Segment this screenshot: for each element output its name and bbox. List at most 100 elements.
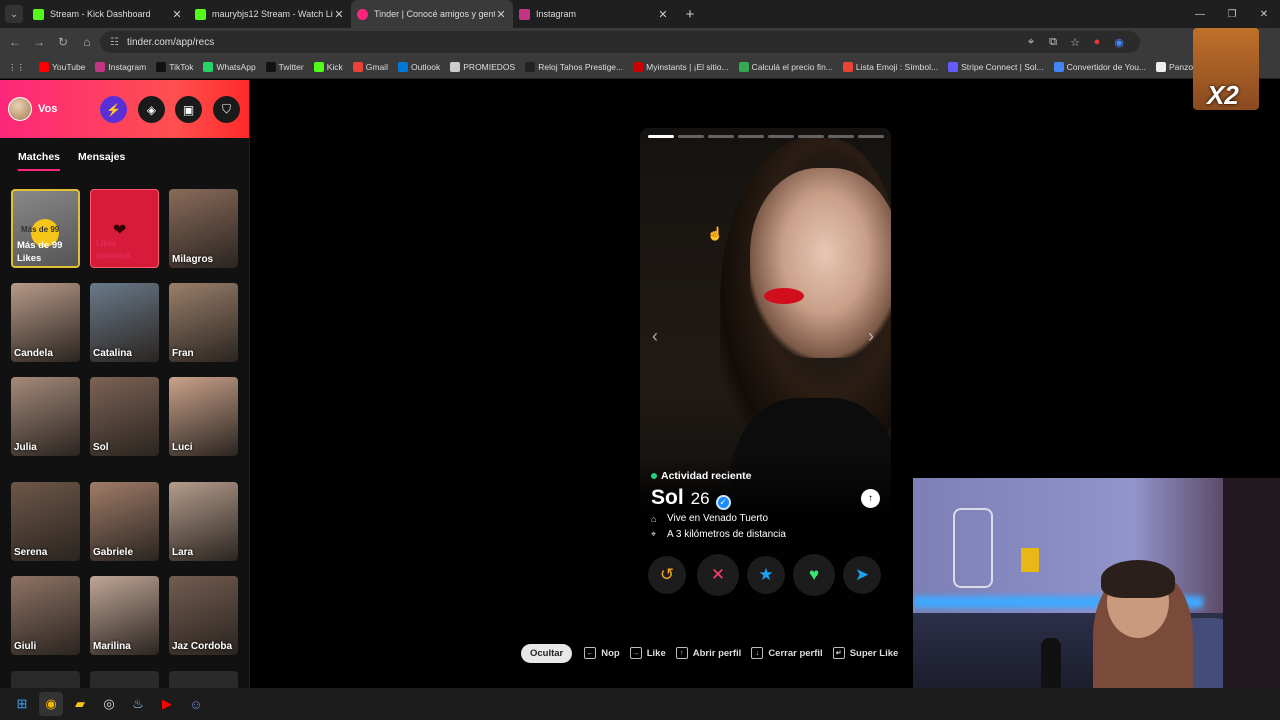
minimize-icon[interactable]: — bbox=[1184, 0, 1216, 28]
tab-kick-stream[interactable]: maurybjs12 Stream - Watch Live ✕ bbox=[189, 0, 351, 28]
bookmark-item[interactable]: Outlook bbox=[397, 62, 440, 72]
bookmark-item[interactable]: Reloj Tahos Prestige... bbox=[525, 62, 623, 72]
tab-tinder[interactable]: Tinder | Conocé amigos y gente ✕ bbox=[351, 0, 513, 28]
safety-shield-button[interactable]: ⛉ bbox=[213, 96, 240, 123]
apps-icon[interactable]: ⋮⋮ bbox=[8, 62, 25, 73]
briefcase-button[interactable]: ▣ bbox=[175, 96, 202, 123]
reload-icon[interactable]: ↻ bbox=[51, 30, 75, 54]
hint-super-like: ↵ Super Like bbox=[832, 647, 898, 659]
close-tab-icon[interactable]: ✕ bbox=[657, 8, 669, 21]
bookmark-item[interactable]: TikTok bbox=[156, 62, 193, 72]
photo-progress-segment[interactable] bbox=[648, 135, 674, 138]
prev-photo-icon[interactable]: ‹ bbox=[652, 326, 658, 347]
photo-progress-segment[interactable] bbox=[678, 135, 704, 138]
match-card[interactable]: Jaz Cordoba bbox=[169, 576, 238, 655]
match-card[interactable]: Giuli bbox=[11, 576, 80, 655]
tab-instagram[interactable]: Instagram ✕ bbox=[513, 0, 675, 28]
restore-icon[interactable]: ❐ bbox=[1216, 0, 1248, 28]
bookmark-item[interactable]: Kick bbox=[313, 62, 343, 72]
youtube-icon[interactable]: ▶ bbox=[155, 692, 179, 716]
bookmark-item[interactable]: WhatsApp bbox=[203, 62, 256, 72]
bookmark-label: Twitter bbox=[278, 62, 304, 72]
close-tab-icon[interactable]: ✕ bbox=[495, 8, 507, 21]
new-tab-button[interactable]: + bbox=[679, 3, 701, 25]
photo-progress-segment[interactable] bbox=[858, 135, 884, 138]
nope-button[interactable]: ✕ bbox=[697, 554, 739, 596]
next-photo-icon[interactable]: › bbox=[868, 326, 874, 347]
bookmark-item[interactable]: PROMIEDOS bbox=[450, 62, 515, 72]
back-icon[interactable]: ← bbox=[3, 30, 27, 54]
boost-button[interactable]: ⚡ bbox=[100, 96, 127, 123]
rewind-button[interactable]: ↺ bbox=[648, 556, 686, 594]
close-tab-icon[interactable]: ✕ bbox=[333, 8, 345, 21]
bookmark-item[interactable]: Gmail bbox=[352, 62, 388, 72]
match-card[interactable]: Fran bbox=[169, 283, 238, 362]
photo-progress-segment[interactable] bbox=[798, 135, 824, 138]
tab-search-button[interactable]: ⌄ bbox=[5, 5, 23, 23]
extension-icon[interactable]: ◉ bbox=[1108, 36, 1130, 49]
steam-icon[interactable]: ♨ bbox=[126, 692, 150, 716]
match-card[interactable] bbox=[11, 671, 80, 688]
match-card[interactable]: Catalina bbox=[90, 283, 159, 362]
bookmark-item[interactable]: Myinstants | ¡El sitio... bbox=[633, 62, 729, 72]
like-button[interactable]: ♥ bbox=[793, 554, 835, 596]
match-card[interactable]: Luci bbox=[169, 377, 238, 456]
photo-progress-segment[interactable] bbox=[768, 135, 794, 138]
tab-kick-dashboard[interactable]: Stream - Kick Dashboard ✕ bbox=[27, 0, 189, 28]
match-card[interactable]: Candela bbox=[11, 283, 80, 362]
location-icon[interactable]: ⌖ bbox=[1020, 36, 1042, 49]
photo-progress-segment[interactable] bbox=[708, 135, 734, 138]
avatar[interactable] bbox=[8, 97, 32, 121]
bookmark-favicon-icon bbox=[842, 62, 853, 72]
bookmark-item[interactable]: Twitter bbox=[265, 62, 304, 72]
install-app-icon[interactable]: ⧉ bbox=[1042, 36, 1064, 49]
right-key-icon: → bbox=[629, 647, 642, 659]
discord-icon[interactable]: ☺ bbox=[184, 692, 208, 716]
close-tab-icon[interactable]: ✕ bbox=[171, 8, 183, 21]
windows-start-icon[interactable]: ⊞ bbox=[10, 692, 34, 716]
bookmark-item[interactable]: Stripe Connect | Sol... bbox=[948, 62, 1044, 72]
bookmark-item[interactable]: YouTube bbox=[39, 62, 85, 72]
bookmark-item[interactable]: Lista Emoji : Símbol... bbox=[842, 62, 939, 72]
boost-send-button[interactable]: ➤ bbox=[843, 556, 881, 594]
photo-progress-segment[interactable] bbox=[738, 135, 764, 138]
match-name: Gabriele bbox=[93, 547, 134, 558]
explore-button[interactable]: ◈ bbox=[138, 96, 165, 123]
match-card[interactable] bbox=[90, 671, 159, 688]
match-card[interactable]: Sol bbox=[90, 377, 159, 456]
open-profile-icon[interactable]: ↑ bbox=[861, 489, 880, 508]
close-window-icon[interactable]: ✕ bbox=[1248, 0, 1280, 28]
bookmark-label: Convertidor de You... bbox=[1066, 62, 1147, 72]
superlike-button[interactable]: ★ bbox=[747, 556, 785, 594]
obs-icon[interactable]: ◎ bbox=[97, 692, 121, 716]
extension-icon[interactable]: ● bbox=[1086, 36, 1108, 48]
bookmark-star-icon[interactable]: ☆ bbox=[1064, 36, 1086, 49]
bookmark-item[interactable]: Calculá el precio fin... bbox=[738, 62, 833, 72]
match-card[interactable]: Serena bbox=[11, 482, 80, 561]
site-settings-icon[interactable]: ☷ bbox=[110, 37, 119, 48]
match-card[interactable]: Julia bbox=[11, 377, 80, 456]
address-bar[interactable]: ☷ tinder.com/app/recs bbox=[100, 31, 1140, 53]
tab-messages[interactable]: Mensajes bbox=[78, 151, 125, 166]
bookmark-label: Lista Emoji : Símbol... bbox=[855, 62, 939, 72]
forward-icon[interactable]: → bbox=[27, 30, 51, 54]
bookmark-label: Stripe Connect | Sol... bbox=[961, 62, 1044, 72]
hide-hints-button[interactable]: Ocultar bbox=[521, 643, 573, 663]
bookmark-item[interactable]: Instagram bbox=[95, 62, 146, 72]
bookmark-favicon-icon bbox=[450, 62, 461, 72]
match-card[interactable]: Milagros bbox=[169, 189, 238, 268]
match-card[interactable]: Marilina bbox=[90, 576, 159, 655]
profile-card[interactable]: ‹ › Actividad reciente Sol 26 ✓ ↑ ⌂ Vive… bbox=[640, 128, 891, 608]
match-card[interactable] bbox=[169, 671, 238, 688]
likes-card[interactable]: Más de 99 Más de 99 Likes bbox=[11, 189, 80, 268]
profile-name[interactable]: Vos bbox=[38, 103, 57, 115]
chrome-icon[interactable]: ◉ bbox=[39, 692, 63, 716]
photo-progress-segment[interactable] bbox=[828, 135, 854, 138]
match-card[interactable]: Lara bbox=[169, 482, 238, 561]
tab-matches[interactable]: Matches bbox=[18, 151, 61, 171]
match-card[interactable]: Gabriele bbox=[90, 482, 159, 561]
file-explorer-icon[interactable]: ▰ bbox=[68, 692, 92, 716]
sent-likes-card[interactable]: ❤ Likes enviados bbox=[90, 189, 159, 268]
bookmark-item[interactable]: Convertidor de You... bbox=[1053, 62, 1147, 72]
home-icon[interactable]: ⌂ bbox=[75, 30, 99, 54]
